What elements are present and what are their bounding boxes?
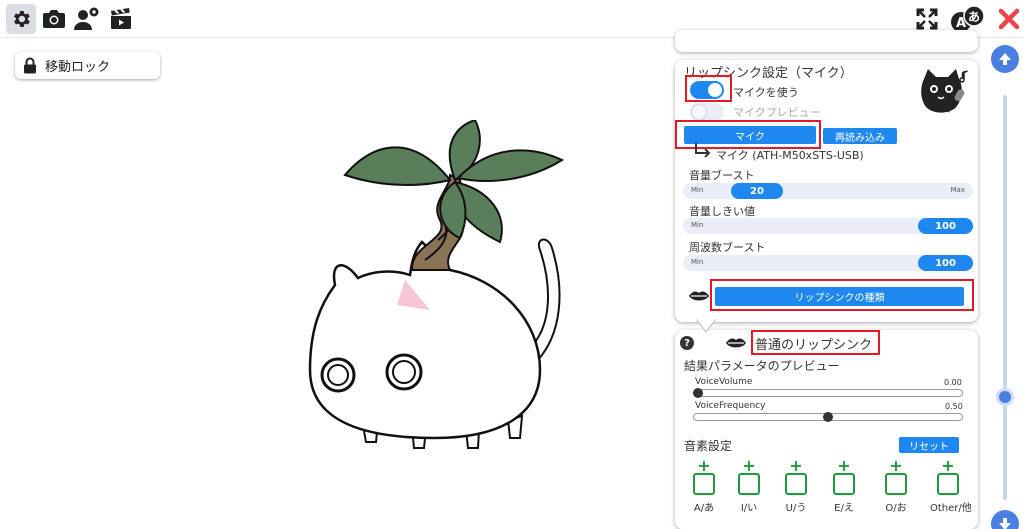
scroll-up-button[interactable] bbox=[991, 45, 1019, 73]
add-icon: + bbox=[837, 456, 851, 475]
mic-device-name: マイク (ATH-M50xSTS-USB) bbox=[716, 149, 864, 162]
voice-volume-bar bbox=[693, 388, 963, 398]
phoneme-label: U/う bbox=[785, 503, 807, 514]
phoneme-label: A/あ bbox=[693, 503, 715, 514]
use-mic-label: マイクを使う bbox=[733, 86, 799, 99]
phoneme-settings-title: 音素設定 bbox=[684, 439, 733, 453]
voice-frequency-bar bbox=[693, 412, 963, 422]
mic-preview-label: マイクプレビュー bbox=[733, 106, 821, 119]
volume-threshold-slider[interactable]: Min 100 bbox=[683, 218, 973, 234]
avatar-cat-illustration bbox=[308, 120, 565, 449]
voice-volume-label: VoiceVolume bbox=[695, 377, 753, 387]
highlight-lipsync-type-name bbox=[751, 330, 880, 355]
arrow-down-icon bbox=[999, 518, 1011, 529]
previous-settings-panel bbox=[675, 30, 978, 52]
volume-boost-slider[interactable]: Min Max 20 bbox=[683, 183, 973, 199]
phoneme-slot[interactable] bbox=[693, 473, 715, 495]
volume-boost-max: Max bbox=[950, 186, 965, 194]
scroll-thumb[interactable] bbox=[996, 388, 1014, 406]
volume-boost-min: Min bbox=[691, 186, 704, 194]
close-icon bbox=[998, 8, 1020, 30]
language-glyph-jp: あ bbox=[968, 10, 980, 24]
gear-icon bbox=[14, 11, 30, 27]
lips-icon bbox=[689, 291, 709, 301]
phoneme-other[interactable]: + Other/他 bbox=[930, 456, 972, 515]
phoneme-i[interactable]: + I/い bbox=[735, 456, 763, 514]
panel-pointer bbox=[694, 318, 718, 333]
add-icon: + bbox=[789, 456, 803, 475]
phoneme-slot[interactable] bbox=[785, 473, 807, 495]
phoneme-slot[interactable] bbox=[937, 473, 959, 495]
cat-microphone-icon bbox=[921, 69, 968, 113]
result-preview-title: 結果パラメータのプレビュー bbox=[684, 359, 840, 373]
user-settings-icon bbox=[74, 7, 99, 30]
move-lock-label: 移動ロック bbox=[45, 60, 111, 75]
voice-frequency-value: 0.50 bbox=[945, 402, 963, 411]
phoneme-e[interactable]: + E/え bbox=[830, 456, 858, 514]
scroll-down-button[interactable] bbox=[991, 510, 1019, 529]
lips-icon-result bbox=[726, 338, 746, 348]
help-icon[interactable]: ? bbox=[680, 336, 694, 350]
move-lock-button[interactable]: 移動ロック bbox=[15, 52, 160, 79]
avatar-settings-button[interactable] bbox=[72, 4, 102, 34]
voice-volume-value: 0.00 bbox=[944, 378, 962, 387]
voice-volume-indicator bbox=[693, 388, 703, 398]
close-button[interactable] bbox=[994, 4, 1024, 34]
phoneme-o[interactable]: + O/お bbox=[882, 456, 910, 514]
phoneme-label: I/い bbox=[740, 503, 758, 514]
sub-arrow-icon bbox=[695, 143, 711, 158]
phoneme-label: E/え bbox=[834, 503, 854, 514]
clapperboard-icon bbox=[111, 8, 131, 29]
phoneme-a[interactable]: + A/あ bbox=[690, 456, 718, 514]
camera-button[interactable] bbox=[39, 4, 69, 34]
language-glyph-a: A bbox=[956, 16, 966, 31]
phoneme-slot[interactable] bbox=[738, 473, 760, 495]
app-window: A あ 移動ロック リップシンク設定（マイク） マイクを使う マイクプレビュー … bbox=[0, 0, 1024, 529]
mic-preview-toggle[interactable] bbox=[690, 103, 724, 121]
settings-button[interactable] bbox=[6, 4, 36, 34]
volume-boost-value[interactable]: 20 bbox=[731, 183, 783, 199]
lock-icon bbox=[23, 57, 37, 74]
reload-button[interactable]: 再読み込み bbox=[823, 128, 897, 144]
fullscreen-icon bbox=[916, 8, 938, 30]
language-icon: A あ bbox=[951, 5, 985, 32]
add-icon: + bbox=[889, 456, 903, 475]
phoneme-slot[interactable] bbox=[885, 473, 907, 495]
mic-preview-toggle-knob bbox=[692, 105, 706, 119]
frequency-boost-value[interactable]: 100 bbox=[918, 255, 973, 271]
voice-frequency-indicator bbox=[823, 412, 833, 422]
highlight-use-mic bbox=[685, 75, 732, 102]
phoneme-label: O/お bbox=[885, 503, 907, 514]
frequency-boost-label: 周波数ブースト bbox=[689, 241, 766, 254]
recording-button[interactable] bbox=[106, 4, 136, 34]
phoneme-slot[interactable] bbox=[833, 473, 855, 495]
highlight-lipsync-type bbox=[710, 279, 974, 311]
scroll-track[interactable] bbox=[1003, 95, 1007, 500]
frequency-boost-slider[interactable]: Min 100 bbox=[683, 255, 973, 271]
camera-icon bbox=[43, 10, 65, 28]
add-icon: + bbox=[941, 456, 955, 475]
volume-threshold-label: 音量しきい値 bbox=[689, 205, 755, 218]
voice-frequency-label: VoiceFrequency bbox=[695, 401, 766, 411]
arrow-up-icon bbox=[999, 53, 1011, 65]
phoneme-u[interactable]: + U/う bbox=[782, 456, 810, 514]
frequency-boost-min: Min bbox=[691, 258, 704, 266]
volume-threshold-value[interactable]: 100 bbox=[918, 218, 973, 234]
add-icon: + bbox=[697, 456, 711, 475]
volume-boost-label: 音量ブースト bbox=[689, 169, 755, 182]
add-icon: + bbox=[742, 456, 756, 475]
volume-threshold-min: Min bbox=[691, 221, 704, 229]
reset-button[interactable]: リセット bbox=[899, 437, 959, 453]
phoneme-label: Other/他 bbox=[930, 503, 972, 514]
